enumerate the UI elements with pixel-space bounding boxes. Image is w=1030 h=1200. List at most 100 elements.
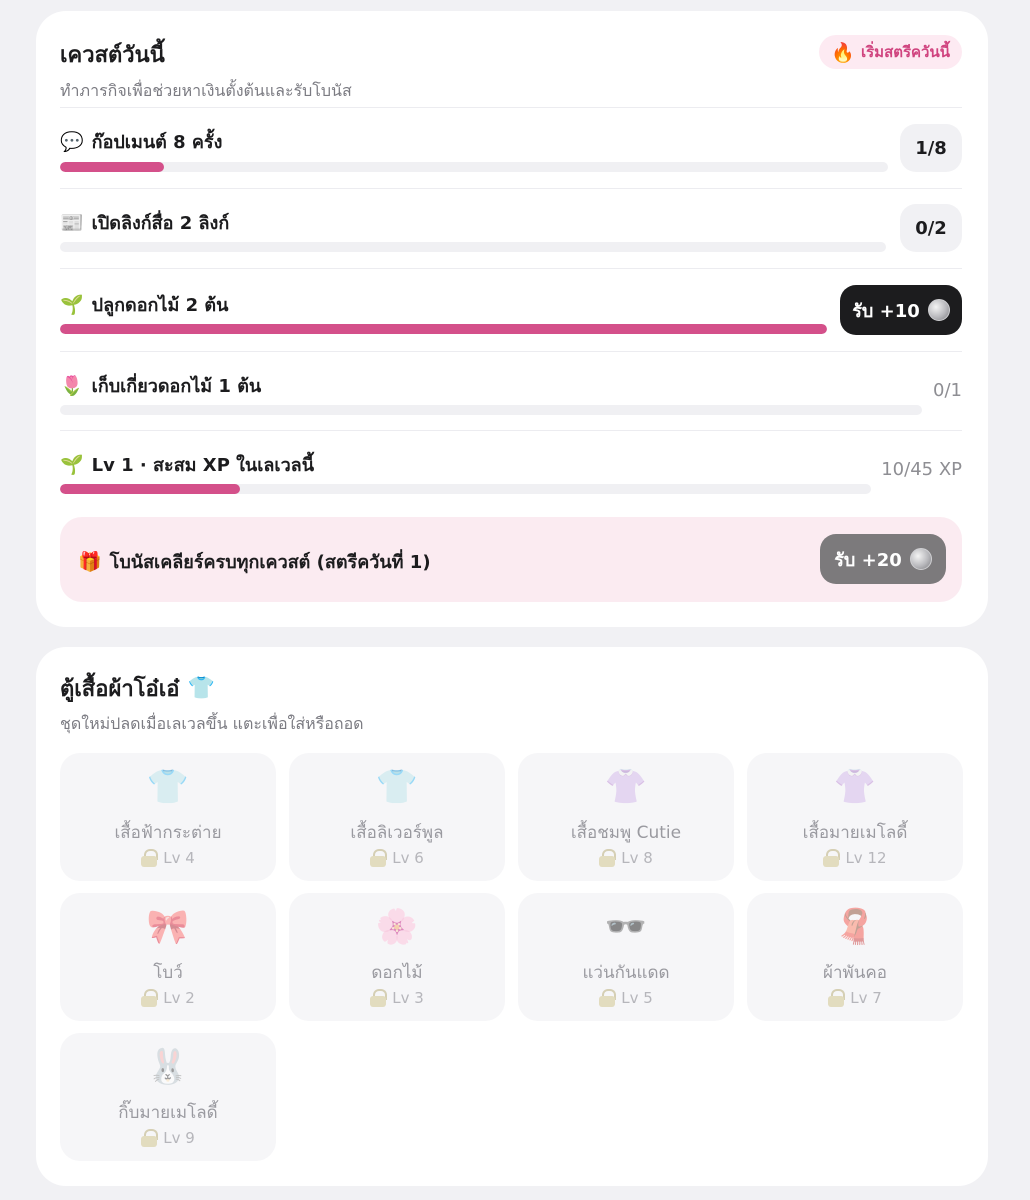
closet-item-lock: Lv 12 xyxy=(747,849,963,867)
closet-item-name: เสื้อลิเวอร์พูล xyxy=(350,823,444,843)
newspaper-icon: 📰 xyxy=(60,212,84,234)
bonus-label: 🎁 โบนัสเคลียร์ครบทุกเควสต์ (สตรีควันที่ … xyxy=(78,547,431,576)
closet-item-lock: Lv 7 xyxy=(747,989,963,1007)
tulip-icon: 🌷 xyxy=(60,375,84,397)
lock-icon xyxy=(141,1129,159,1147)
closet-item-name: ดอกไม้ xyxy=(371,963,423,983)
quest-link-label: 📰 เปิดลิงก์สื่อ 2 ลิงก์ xyxy=(60,208,229,237)
claim-button-label: รับ +10 xyxy=(852,300,920,322)
quests-subtitle: ทำภารกิจเพื่อช่วยหาเงินตั้งต้นและรับโบนั… xyxy=(60,81,352,100)
closet-item-level: Lv 8 xyxy=(621,849,653,867)
speech-bubble-icon: 💬 xyxy=(60,131,84,153)
lock-icon xyxy=(370,989,388,1007)
quest-comment-count: 1/8 xyxy=(900,124,962,172)
divider xyxy=(60,188,962,189)
closet-item-name: เสื้อชมพู Cutie xyxy=(570,823,682,843)
quest-label-text: ก๊อปเมนต์ 8 ครั้ง xyxy=(91,132,223,153)
bonus-label-text: โบนัสเคลียร์ครบทุกเควสต์ (สตรีควันที่ 1) xyxy=(109,552,431,573)
closet-item-name: กิ๊บมายเมโลดี้ xyxy=(118,1103,218,1123)
lock-icon xyxy=(370,849,388,867)
seedling-icon: 🌱 xyxy=(60,294,84,316)
quest-link-count: 0/2 xyxy=(900,204,962,252)
closet-subtitle: ชุดใหม่ปลดเมื่อเลเวลขึ้น แตะเพื่อใส่หรือ… xyxy=(60,714,364,733)
progress-fill xyxy=(60,484,241,494)
closet-item-lock: Lv 5 xyxy=(518,989,734,1007)
closet-item-name: เสื้อมายเมโลดี้ xyxy=(802,823,908,843)
bonus-box: 🎁 โบนัสเคลียร์ครบทุกเควสต์ (สตรีควันที่ … xyxy=(60,517,962,602)
progress-fill xyxy=(60,162,164,172)
quest-comment-progress xyxy=(60,162,888,172)
lock-icon xyxy=(828,989,846,1007)
bow-icon: 🎀 xyxy=(146,907,190,947)
closet-item[interactable]: 🕶️ แว่นกันแดด Lv 5 xyxy=(518,893,734,1021)
closet-item[interactable]: 🌸 ดอกไม้ Lv 3 xyxy=(289,893,505,1021)
divider xyxy=(60,107,962,108)
shirt-icon: 👕 xyxy=(187,676,215,701)
closet-item[interactable]: 👕 เสื้อฟ้ากระต่าย Lv 4 xyxy=(60,753,276,881)
closet-item-level: Lv 6 xyxy=(392,849,424,867)
quest-plant-progress xyxy=(60,324,827,334)
closet-item[interactable]: 👚 เสื้อชมพู Cutie Lv 8 xyxy=(518,753,734,881)
melody-clip-icon: 🐰 xyxy=(146,1047,190,1087)
pink-shirt-icon: 👚 xyxy=(604,767,648,807)
closet-item-name: แว่นกันแดด xyxy=(582,963,670,983)
closet-item-lock: Lv 2 xyxy=(60,989,276,1007)
closet-item[interactable]: 🧣 ผ้าพันคอ Lv 7 xyxy=(747,893,963,1021)
closet-item[interactable]: 🎀 โบว์ Lv 2 xyxy=(60,893,276,1021)
quest-xp-count: 10/45 XP xyxy=(881,459,962,480)
closet-card: ตู้เสื้อผ้าโอ๋เอ๋ 👕 ชุดใหม่ปลดเมื่อเลเวล… xyxy=(36,647,988,1186)
quest-xp-label: 🌱 Lv 1 · สะสม XP ในเลเวลนี้ xyxy=(60,450,314,479)
closet-item-lock: Lv 3 xyxy=(289,989,505,1007)
claim-button-label: รับ +20 xyxy=(834,549,902,571)
quest-link-progress xyxy=(60,242,886,252)
closet-item-level: Lv 12 xyxy=(845,849,887,867)
lock-icon xyxy=(141,849,159,867)
closet-title: ตู้เสื้อผ้าโอ๋เอ๋ 👕 xyxy=(60,671,215,706)
quest-label-text: Lv 1 · สะสม XP ในเลเวลนี้ xyxy=(91,455,315,476)
melody-shirt-icon: 👚 xyxy=(833,767,877,807)
claim-plant-reward-button[interactable]: รับ +10 xyxy=(840,285,962,335)
quest-label-text: เปิดลิงก์สื่อ 2 ลิงก์ xyxy=(91,213,230,234)
bunny-shirt-icon: 👕 xyxy=(146,767,190,807)
closet-item-level: Lv 2 xyxy=(163,989,195,1007)
quest-comment-label: 💬 ก๊อปเมนต์ 8 ครั้ง xyxy=(60,127,222,156)
gift-icon: 🎁 xyxy=(78,551,102,573)
seedling-icon: 🌱 xyxy=(60,454,84,476)
closet-item[interactable]: 🐰 กิ๊บมายเมโลดี้ Lv 9 xyxy=(60,1033,276,1161)
closet-item-lock: Lv 6 xyxy=(289,849,505,867)
lock-icon xyxy=(823,849,841,867)
quest-label-text: ปลูกดอกไม้ 2 ต้น xyxy=(91,295,229,316)
closet-item-lock: Lv 8 xyxy=(518,849,734,867)
closet-item-name: เสื้อฟ้ากระต่าย xyxy=(114,823,222,843)
closet-item-level: Lv 4 xyxy=(163,849,195,867)
fire-icon: 🔥 xyxy=(831,41,855,64)
closet-title-text: ตู้เสื้อผ้าโอ๋เอ๋ xyxy=(60,677,180,702)
closet-item-name: ผ้าพันคอ xyxy=(823,963,887,983)
closet-item[interactable]: 👕 เสื้อลิเวอร์พูล Lv 6 xyxy=(289,753,505,881)
streak-badge: 🔥 เริ่มสตรีควันนี้ xyxy=(819,35,962,69)
closet-item-name: โบว์ xyxy=(153,963,183,983)
quest-xp-progress xyxy=(60,484,871,494)
divider xyxy=(60,351,962,352)
closet-item[interactable]: 👚 เสื้อมายเมโลดี้ Lv 12 xyxy=(747,753,963,881)
lock-icon xyxy=(599,989,617,1007)
scarf-icon: 🧣 xyxy=(833,907,877,947)
lock-icon xyxy=(599,849,617,867)
closet-item-level: Lv 3 xyxy=(392,989,424,1007)
coin-icon xyxy=(927,299,950,321)
closet-item-lock: Lv 4 xyxy=(60,849,276,867)
coin-icon xyxy=(909,548,932,570)
progress-fill xyxy=(60,324,827,334)
closet-item-lock: Lv 9 xyxy=(60,1129,276,1147)
quests-title: เควสต์วันนี้ xyxy=(60,43,165,68)
claim-bonus-button[interactable]: รับ +20 xyxy=(820,534,946,584)
liverpool-shirt-icon: 👕 xyxy=(375,767,419,807)
divider xyxy=(60,268,962,269)
quest-plant-label: 🌱 ปลูกดอกไม้ 2 ต้น xyxy=(60,290,228,319)
lock-icon xyxy=(141,989,159,1007)
divider xyxy=(60,430,962,431)
quest-harvest-label: 🌷 เก็บเกี่ยวดอกไม้ 1 ต้น xyxy=(60,371,261,400)
closet-item-level: Lv 7 xyxy=(850,989,882,1007)
quest-harvest-progress xyxy=(60,405,922,415)
flower-icon: 🌸 xyxy=(375,907,419,947)
